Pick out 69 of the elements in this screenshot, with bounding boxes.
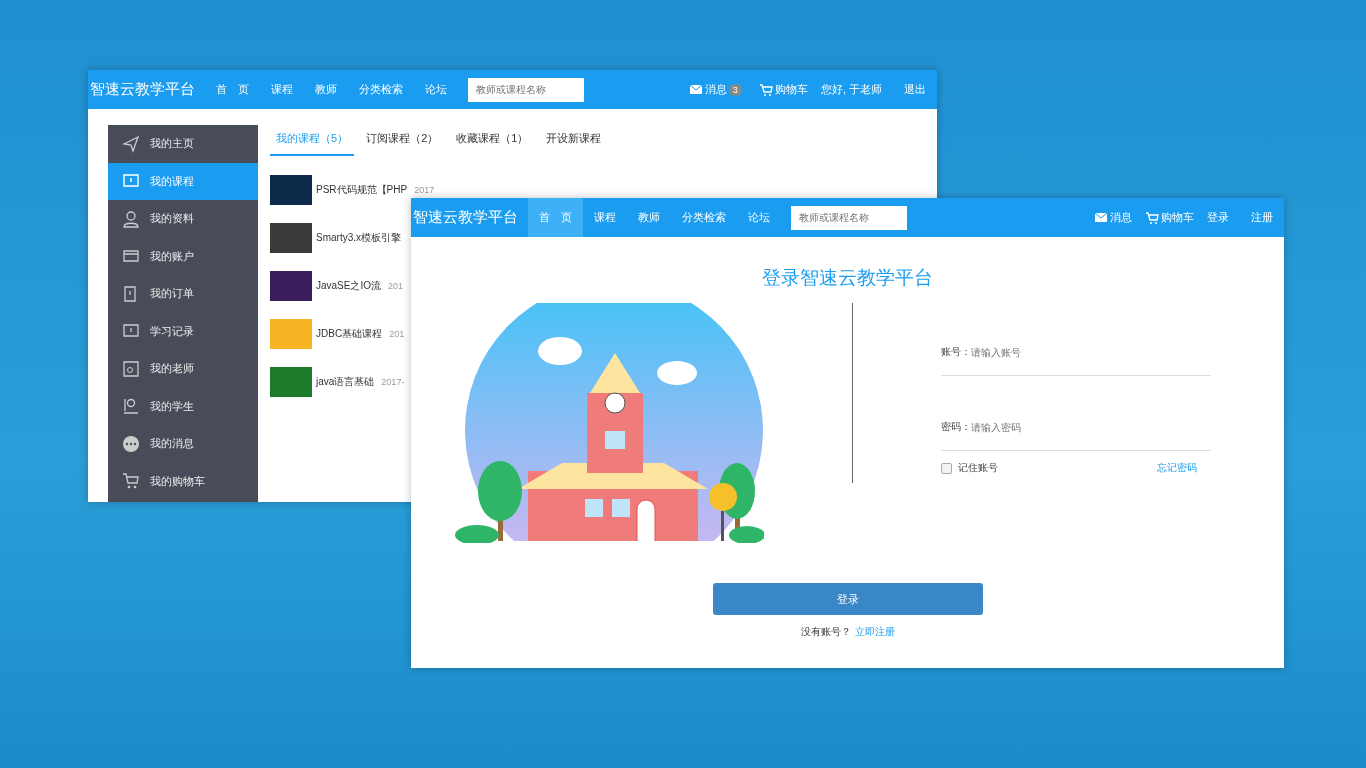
account-label: 账号： [940,345,971,359]
course-date: 201 [389,329,405,339]
login-title: 登录智速云教学平台 [762,266,933,290]
login-button[interactable]: 登录 [712,583,983,615]
nav-link[interactable]: 首 页 [205,70,260,109]
course-thumbnail [270,175,312,205]
sidebar-item[interactable]: 我的订单 [108,275,258,313]
contact-card-icon [122,359,140,378]
sidebar-item[interactable]: 学习记录 [108,312,258,350]
course-title[interactable]: JavaSE之IO流 [316,279,382,293]
course-date: 201 [388,281,404,291]
remember-checkbox[interactable]: 记住账号 [940,461,998,475]
person-icon [122,209,140,228]
tab[interactable]: 我的课程（5） [270,125,355,156]
course-title[interactable]: PSR代码规范【PHP [316,183,408,197]
nav-link[interactable]: 分类检索 [671,198,737,237]
sidebar-item[interactable]: 我的课程 [108,162,258,200]
cart-icon [758,82,773,97]
register-link[interactable]: 立即注册 [854,626,895,637]
sidebar-item[interactable]: 我的账户 [108,237,258,275]
no-account-text: 没有账号？ [800,626,851,637]
cart-link[interactable]: 购物车 [747,70,810,109]
greeting-link[interactable]: 您好, 于老师 [809,70,893,109]
chat-bubble-icon [122,434,140,453]
nav-link[interactable]: 课程 [583,198,627,237]
sidebar-item[interactable]: 我的消息 [108,425,258,463]
envelope-icon [1094,211,1108,224]
nav-link[interactable]: 教师 [627,198,671,237]
course-date: 2017- [381,377,405,387]
nav-link[interactable]: 课程 [260,70,304,109]
site-logo[interactable]: 智速云教学平台 [411,208,528,227]
sidebar-item[interactable]: 我的学生 [108,387,258,425]
tab[interactable]: 开设新课程 [540,125,608,156]
logout-link[interactable]: 退出 [893,70,937,109]
forgot-password-link[interactable]: 忘记密码 [1156,461,1197,475]
search-field[interactable]: 教师或课程名称 [791,205,907,230]
tab[interactable]: 订阅课程（2） [360,125,445,156]
course-thumbnail [270,271,312,301]
nav-link[interactable]: 分类检索 [348,70,414,109]
sidebar-item[interactable]: 我的购物车 [108,462,258,500]
messages-link[interactable]: 消息 [1083,198,1134,237]
search-field[interactable]: 教师或课程名称 [468,77,584,102]
nav-link[interactable]: 教师 [304,70,348,109]
tab[interactable]: 收藏课程（1） [450,125,535,156]
course-thumbnail [270,367,312,397]
login-link[interactable]: 登录 [1196,198,1240,237]
cart-link[interactable]: 购物车 [1134,198,1196,237]
envelope-icon [688,83,703,96]
cart-icon [1145,210,1159,225]
course-title[interactable]: java语言基础 [316,375,375,389]
course-thumbnail [270,319,312,349]
course-date: 2017 [414,185,435,195]
site-logo[interactable]: 智速云教学平台 [88,80,205,99]
nav-link[interactable]: 首 页 [528,198,583,237]
course-thumbnail [270,223,312,253]
register-link[interactable]: 注册 [1240,198,1284,237]
nav-link[interactable]: 论坛 [414,70,458,109]
course-title[interactable]: JDBC基础课程 [316,327,383,341]
course-title[interactable]: Smarty3.x模板引擎 [316,231,401,245]
nav-link[interactable]: 论坛 [737,198,781,237]
sidebar-item[interactable]: 我的资料 [108,200,258,238]
message-count-badge: 3 [728,83,742,96]
cart-icon [122,472,140,491]
sidebar-item[interactable]: 我的主页 [108,125,258,163]
password-label: 密码： [940,420,971,434]
person-icon [122,397,140,416]
messages-link[interactable]: 消息 [677,70,729,109]
paper-plane-icon [122,134,140,153]
sidebar-item[interactable]: 我的老师 [108,350,258,388]
